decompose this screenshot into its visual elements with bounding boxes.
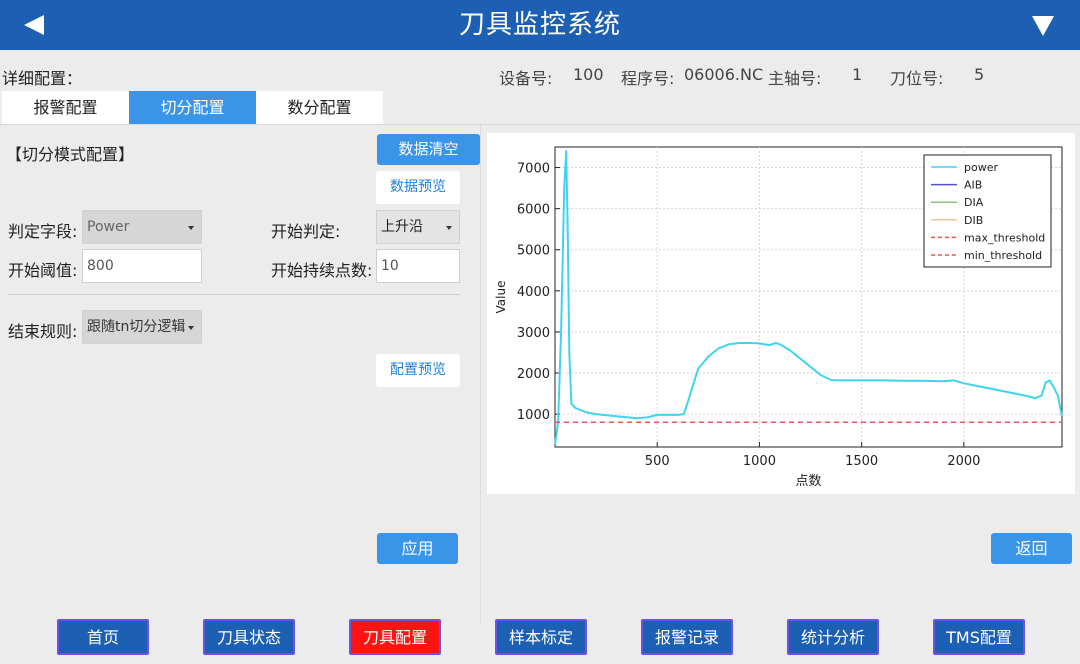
x-axis-label: 点数 (795, 474, 821, 489)
x-tick-label: 1500 (845, 454, 878, 469)
x-tick-label: 2000 (947, 454, 980, 469)
header-bar: 刀具监控系统 (0, 0, 1080, 50)
legend-label: power (964, 161, 998, 174)
judge-field-select[interactable]: Power (82, 210, 202, 244)
chevron-down-icon (188, 226, 194, 230)
clear-data-button[interactable]: 数据清空 (377, 134, 480, 165)
nav-statistics[interactable]: 统计分析 (787, 619, 879, 655)
power-chart: 500 1000 1500 2000 1000 2000 3000 4000 5000 6000 7… (494, 146, 1063, 489)
start-judge-select[interactable]: 上升沿 (376, 210, 460, 244)
x-tick-label: 1000 (743, 454, 776, 469)
config-preview-button[interactable]: 配置预览 (376, 354, 460, 387)
start-points-input[interactable]: 10 (376, 249, 460, 283)
section-title: 【切分模式配置】 (6, 145, 135, 164)
back-button[interactable]: 返回 (991, 533, 1072, 564)
start-threshold-input[interactable]: 800 (82, 249, 202, 283)
y-tick-label: 6000 (517, 203, 550, 218)
end-rule-select[interactable]: 跟随tn切分逻辑 (82, 310, 202, 344)
device-label: 设备号: (499, 69, 553, 88)
end-rule-value: 跟随tn切分逻辑 (87, 319, 186, 335)
tab-alarm-config[interactable]: 报警配置 (2, 91, 129, 124)
tab-segment-config[interactable]: 切分配置 (129, 91, 256, 124)
legend-label: max_threshold (964, 231, 1045, 244)
nav-alarm-records[interactable]: 报警记录 (641, 619, 733, 655)
tool-position-label: 刀位号: (890, 69, 944, 88)
panel-divider (480, 125, 481, 625)
y-tick-label: 1000 (517, 408, 550, 423)
nav-home[interactable]: 首页 (57, 619, 149, 655)
detail-config-label: 详细配置： (2, 69, 83, 88)
spindle-value: 1 (852, 65, 863, 84)
spindle-label: 主轴号: (768, 69, 822, 88)
start-threshold-label: 开始阈值: (8, 261, 78, 280)
apply-button[interactable]: 应用 (377, 533, 458, 564)
legend-label: min_threshold (964, 249, 1042, 262)
start-judge-label: 开始判定: (271, 222, 341, 241)
y-tick-label: 2000 (517, 367, 550, 382)
legend-label: AIB (964, 179, 982, 192)
legend-label: DIB (964, 214, 983, 227)
section-separator (8, 294, 460, 295)
program-label: 程序号: (621, 69, 675, 88)
chart-panel: 500 1000 1500 2000 1000 2000 3000 4000 5000 6000 7… (487, 133, 1075, 494)
tab-underline (0, 124, 1080, 125)
dropdown-triangle-icon[interactable] (1032, 16, 1054, 36)
y-axis-label: Value (494, 281, 508, 314)
start-points-label: 开始持续点数: (271, 261, 373, 280)
nav-tool-status[interactable]: 刀具状态 (203, 619, 295, 655)
nav-tool-config[interactable]: 刀具配置 (349, 619, 441, 655)
nav-tms-config[interactable]: TMS配置 (933, 619, 1025, 655)
end-rule-label: 结束规则: (8, 322, 78, 341)
y-tick-label: 3000 (517, 326, 550, 341)
chevron-down-icon (446, 226, 452, 230)
program-value: 06006.NC (684, 65, 764, 84)
y-tick-label: 5000 (517, 244, 550, 259)
y-tick-label: 4000 (517, 285, 550, 300)
y-tick-label: 7000 (517, 162, 550, 177)
judge-field-value: Power (87, 219, 130, 235)
chevron-down-icon (188, 326, 194, 330)
tab-count-config[interactable]: 数分配置 (256, 91, 383, 124)
judge-field-label: 判定字段: (8, 222, 78, 241)
data-preview-button[interactable]: 数据预览 (376, 171, 460, 204)
app-title: 刀具监控系统 (458, 10, 621, 40)
x-tick-label: 500 (645, 454, 670, 469)
tool-position-value: 5 (974, 65, 985, 84)
legend-label: DIA (964, 196, 984, 209)
device-value: 100 (573, 65, 604, 84)
nav-sample-calibration[interactable]: 样本标定 (495, 619, 587, 655)
start-judge-value: 上升沿 (381, 219, 423, 235)
